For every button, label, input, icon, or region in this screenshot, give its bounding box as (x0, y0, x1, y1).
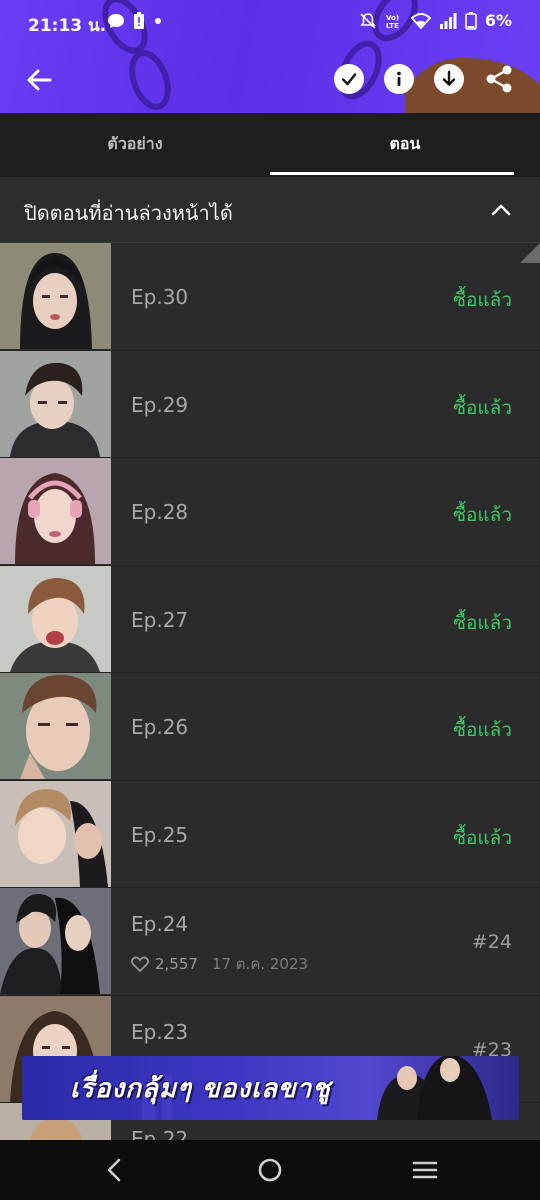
purchased-label: ซื้อแล้ว (453, 826, 512, 849)
mute-icon (360, 12, 376, 29)
episode-title: Ep.28 (131, 500, 189, 524)
episode-thumbnail (0, 350, 111, 457)
info-button[interactable] (384, 64, 414, 94)
episode-thumbnail (0, 780, 111, 887)
download-icon (442, 70, 456, 86)
battery-icon (465, 11, 477, 30)
volte-icon: Vo)LTE (386, 14, 399, 30)
banner-title: เรื่องกลุ้มๆ ของเลขาชู (70, 1074, 331, 1104)
episode-meta: 2,557 17 ต.ค. 2023 (131, 952, 308, 976)
status-time: 21:13 น. (28, 16, 107, 36)
heart-icon (131, 956, 149, 972)
episode-title: Ep.26 (131, 715, 189, 739)
episode-title: Ep.27 (131, 607, 189, 632)
tab-bar: ตัวอย่าง ตอน (0, 113, 540, 177)
episode-row[interactable]: Ep.30 ซื้อแล้ว (0, 243, 540, 351)
svg-text:Vo): Vo) (386, 14, 399, 22)
purchased-label: ซื้อแล้ว (453, 504, 512, 526)
signal-icon (439, 12, 457, 29)
info-icon (397, 71, 401, 86)
nav-recents-icon[interactable] (410, 1155, 440, 1185)
tab-preview[interactable]: ตัวอย่าง (0, 113, 270, 177)
section-title: ปิดตอนที่อ่านล่วงหน้าได้ (24, 201, 233, 225)
episode-title: Ep.23 (131, 1019, 189, 1044)
episode-title: Ep.30 (131, 285, 189, 309)
episode-title: Ep.29 (131, 392, 189, 417)
episode-title: Ep.24 (131, 912, 189, 936)
battery-alert-icon (134, 12, 144, 29)
chat-bubble-icon (108, 14, 124, 28)
episode-thumbnail (0, 458, 111, 564)
episode-thumbnail (0, 243, 111, 349)
tab-episodes[interactable]: ตอน (270, 113, 540, 177)
nav-home-icon[interactable] (255, 1155, 285, 1185)
episode-thumbnail (0, 888, 111, 994)
episode-title: Ep.22 (131, 1127, 189, 1140)
episode-number: #24 (471, 931, 512, 953)
share-icon[interactable] (484, 64, 514, 94)
purchased-label: ซื้อแล้ว (453, 289, 512, 311)
download-button[interactable] (434, 64, 464, 94)
purchased-label: ซื้อแล้ว (453, 719, 512, 741)
status-bar: 21:13 น. Vo) LTE 6% (0, 0, 540, 44)
scroll-corner-marker (520, 243, 540, 263)
arrow-left-icon[interactable] (24, 64, 56, 96)
svg-text:LTE: LTE (386, 22, 399, 30)
episode-date: 17 ต.ค. 2023 (211, 955, 309, 973)
episode-row[interactable]: Ep.28 ซื้อแล้ว (0, 458, 540, 566)
nav-back-icon[interactable] (100, 1155, 130, 1185)
system-nav-bar (0, 1140, 540, 1200)
episode-row[interactable]: Ep.27 ซื้อแล้ว (0, 565, 540, 673)
battery-percent: 6% (484, 11, 512, 30)
wifi-icon (410, 12, 431, 29)
episode-row[interactable]: Ep.24 2,557 17 ต.ค. 2023 #24 (0, 888, 540, 996)
dot-icon (155, 18, 161, 24)
episode-title: Ep.25 (131, 822, 189, 847)
collapse-section-header[interactable]: ปิดตอนที่อ่านล่วงหน้าได้ (0, 177, 540, 243)
check-button[interactable] (334, 64, 364, 94)
episode-row[interactable]: Ep.29 ซื้อแล้ว (0, 350, 540, 458)
promo-banner[interactable]: เรื่องกลุ้มๆ ของเลขาชู (22, 1056, 519, 1120)
purchased-label: ซื้อแล้ว (453, 396, 512, 419)
like-count: 2,557 (155, 955, 198, 973)
chevron-up-icon[interactable] (490, 199, 512, 221)
episode-list: Ep.30 ซื้อแล้ว Ep.29 ซื้อแล้ว Ep.28 ซื้อ… (0, 243, 540, 1140)
episode-thumbnail (0, 565, 111, 672)
check-icon (341, 73, 357, 86)
episode-row[interactable]: Ep.26 ซื้อแล้ว (0, 673, 540, 781)
episode-row[interactable]: Ep.25 ซื้อแล้ว (0, 780, 540, 888)
episode-thumbnail (0, 673, 111, 779)
purchased-label: ซื้อแล้ว (453, 611, 512, 634)
